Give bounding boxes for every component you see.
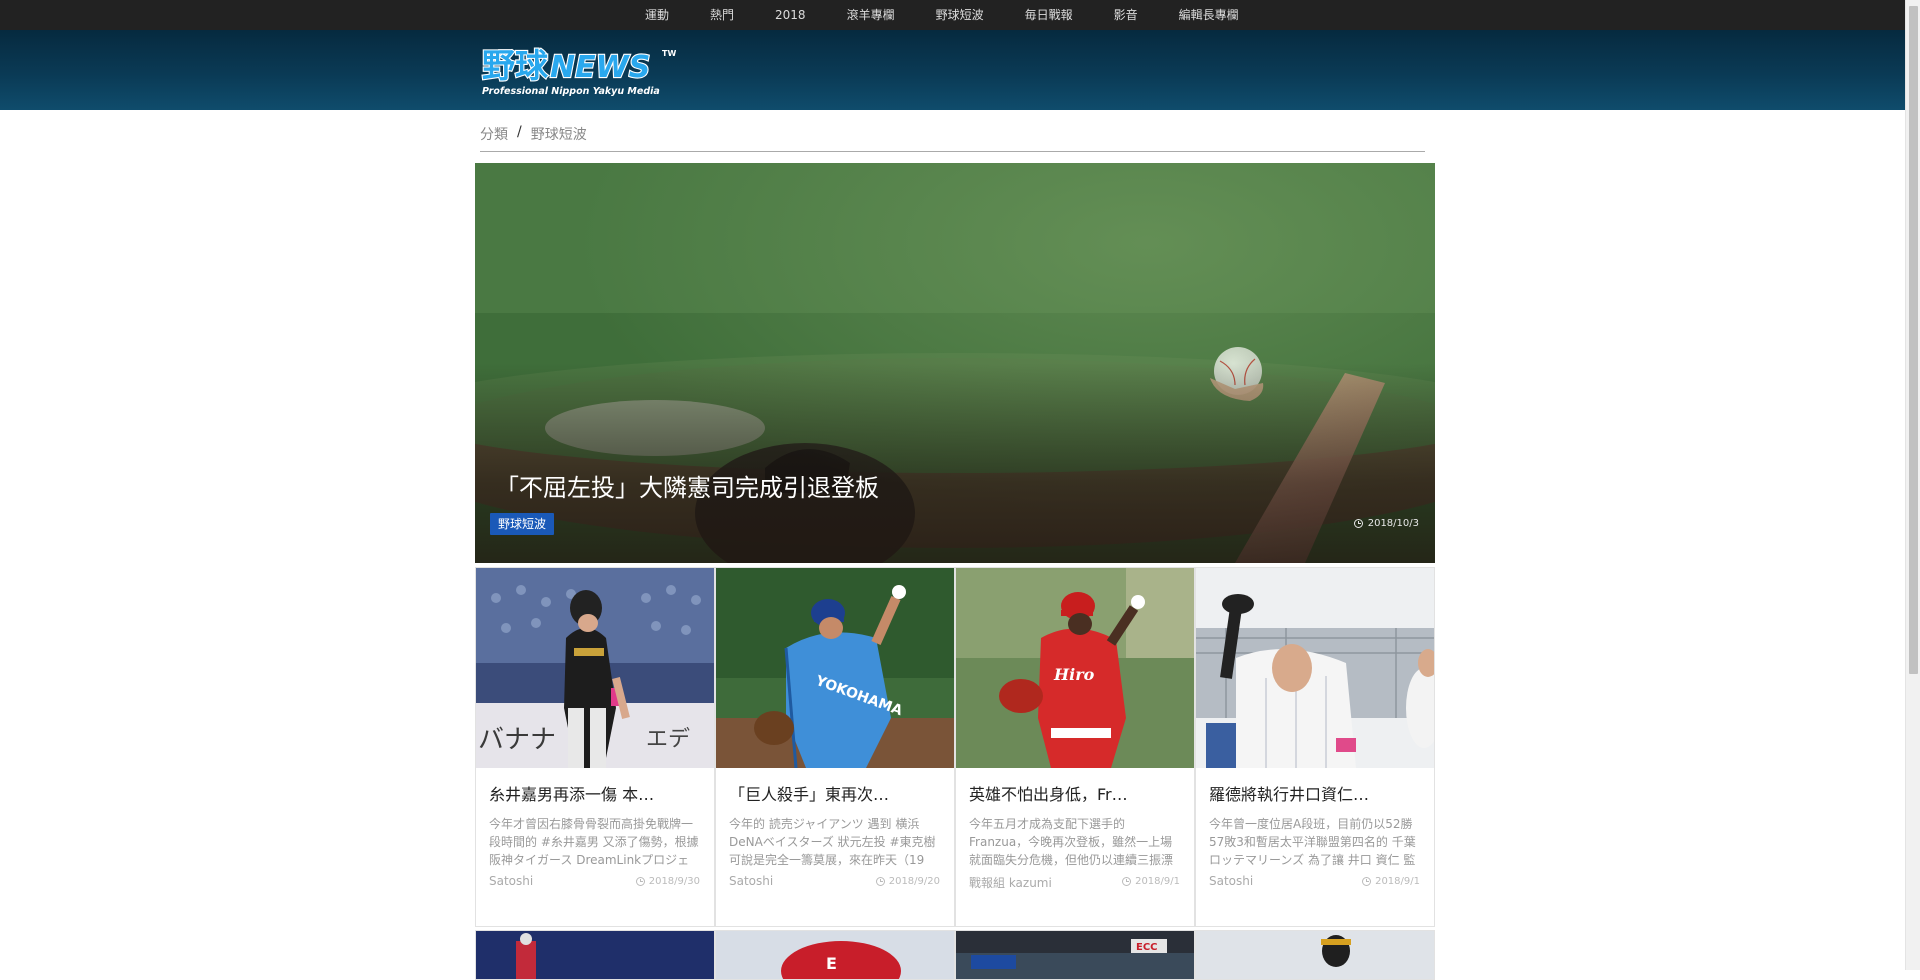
svg-text:E: E: [826, 954, 837, 973]
article-card[interactable]: 羅德將執行井口資仁… 今年曾一度位居A段班，目前仍以52勝57敗3和暫居太平洋聯…: [1195, 567, 1435, 927]
thumbnail-image: [1196, 568, 1434, 768]
article-date-text: 2018/9/1: [1375, 876, 1420, 887]
article-author[interactable]: 戰報組 kazumi: [969, 874, 1052, 891]
thumbnail-image: [1196, 931, 1434, 979]
hero-gradient-overlay: [475, 363, 1435, 563]
nav-item-video[interactable]: 影音: [1114, 0, 1138, 30]
article-date: 2018/9/1: [1122, 876, 1180, 887]
scrollbar-thumb[interactable]: [1909, 6, 1918, 674]
article-author[interactable]: Satoshi: [489, 874, 533, 888]
breadcrumb-root[interactable]: 分類: [480, 124, 508, 151]
svg-text:バナナ: バナナ: [478, 725, 556, 755]
svg-text:Hiro: Hiro: [1053, 665, 1095, 684]
svg-text:ECC: ECC: [1136, 942, 1158, 953]
page-scrollbar[interactable]: [1905, 0, 1920, 970]
featured-title[interactable]: 「不屈左投」大隣憲司完成引退登板: [495, 468, 879, 503]
featured-date: 2018/10/3: [1353, 518, 1419, 529]
featured-category-tag[interactable]: 野球短波: [490, 513, 555, 535]
svg-text:エデ: エデ: [646, 727, 690, 752]
article-card-partial[interactable]: E: [715, 930, 955, 980]
svg-text:Professional Nippon Yakyu Medi: Professional Nippon Yakyu Media: [482, 86, 660, 97]
breadcrumb: 分類 / 野球短波: [480, 124, 1425, 152]
thumbnail-image: Hiro: [956, 568, 1194, 768]
article-thumbnail[interactable]: YOKOHAMA: [716, 568, 954, 768]
breadcrumb-current: 野球短波: [530, 127, 587, 143]
article-thumbnail[interactable]: バナナ エデ: [476, 568, 714, 768]
article-title[interactable]: 英雄不怕出身低，Fr…: [969, 781, 1128, 805]
clock-icon: [1362, 877, 1372, 886]
article-thumbnail[interactable]: Hiro: [956, 568, 1194, 768]
article-card-partial[interactable]: ECC: [955, 930, 1195, 980]
nav-item-column-goat[interactable]: 滾羊專欄: [847, 0, 895, 30]
clock-icon: [875, 877, 885, 886]
featured-date-text: 2018/10/3: [1367, 518, 1419, 529]
svg-text:野球: 野球: [482, 46, 549, 85]
article-date-text: 2018/9/1: [1135, 876, 1180, 887]
article-title[interactable]: 「巨人殺手」東再次…: [729, 781, 889, 805]
article-author[interactable]: Satoshi: [729, 874, 773, 888]
nav-item-sports[interactable]: 運動: [645, 0, 669, 30]
nav-item-2018[interactable]: 2018: [775, 0, 806, 30]
article-excerpt: 今年曾一度位居A段班，目前仍以52勝57敗3和暫居太平洋聯盟第四名的 千葉ロッテ…: [1209, 817, 1416, 867]
top-nav: 運動 熱門 2018 滾羊專欄 野球短波 毎日戰報 影音 編輯長專欄: [0, 0, 1905, 30]
nav-item-popular[interactable]: 熱門: [710, 0, 734, 30]
thumbnail-image: ECC: [956, 931, 1194, 979]
article-date: 2018/9/1: [1362, 876, 1420, 887]
article-card[interactable]: Hiro 英雄不怕出身低，Fr… 今年五月才成為支配下選手的 Franzua，今…: [955, 567, 1195, 927]
article-title[interactable]: 羅德將執行井口資仁…: [1209, 781, 1369, 805]
article-date-text: 2018/9/20: [888, 876, 940, 887]
nav-item-daily-report[interactable]: 毎日戰報: [1025, 0, 1073, 30]
clock-icon: [1353, 519, 1363, 528]
article-card-partial[interactable]: [475, 930, 715, 980]
article-author[interactable]: Satoshi: [1209, 874, 1253, 888]
article-card[interactable]: バナナ エデ 糸井嘉男再添一傷 本… 今年才曾因右膝骨骨裂而高掛免戰牌一段時間的…: [475, 567, 715, 927]
clock-icon: [635, 877, 645, 886]
article-title[interactable]: 糸井嘉男再添一傷 本…: [489, 781, 654, 805]
thumbnail-image: E: [716, 931, 954, 979]
svg-text:TW: TW: [662, 49, 676, 58]
logo-graphic: 野球 NEWS TW Professional Nippon Yakyu Med…: [481, 45, 677, 97]
article-excerpt: 今年的 読売ジャイアンツ 遇到 横浜DeNAベイスターズ 狀元左投 #東克樹 可…: [729, 817, 936, 867]
nav-item-baseball-brief[interactable]: 野球短波: [936, 0, 984, 30]
nav-item-editor-column[interactable]: 編輯長專欄: [1179, 0, 1239, 30]
article-thumbnail[interactable]: [1196, 568, 1434, 768]
featured-article[interactable]: 「不屈左投」大隣憲司完成引退登板 野球短波 2018/10/3: [475, 163, 1435, 563]
thumbnail-image: バナナ エデ: [476, 568, 714, 768]
clock-icon: [1122, 877, 1132, 886]
thumbnail-image: [476, 931, 714, 979]
site-logo[interactable]: 野球 NEWS TW Professional Nippon Yakyu Med…: [480, 44, 680, 98]
article-excerpt: 今年才曾因右膝骨骨裂而高掛免戰牌一段時間的 #糸井嘉男 又添了傷勢，根據 阪神タ…: [489, 817, 699, 867]
article-excerpt: 今年五月才成為支配下選手的 Franzua，今晚再次登板，雖然一上場就面臨失分危…: [969, 817, 1174, 867]
svg-text:NEWS: NEWS: [550, 50, 650, 85]
article-date: 2018/9/30: [635, 876, 700, 887]
site-header: 野球 NEWS TW Professional Nippon Yakyu Med…: [0, 30, 1905, 110]
article-card[interactable]: YOKOHAMA 「巨人殺手」東再次… 今年的 読売ジャイアンツ 遇到 横浜De…: [715, 567, 955, 927]
article-card-partial[interactable]: [1195, 930, 1435, 980]
top-nav-list: 運動 熱門 2018 滾羊專欄 野球短波 毎日戰報 影音 編輯長專欄: [645, 0, 1239, 30]
article-date-text: 2018/9/30: [648, 876, 700, 887]
breadcrumb-separator: /: [517, 124, 522, 140]
article-date: 2018/9/20: [875, 876, 940, 887]
thumbnail-image: YOKOHAMA: [716, 568, 954, 768]
